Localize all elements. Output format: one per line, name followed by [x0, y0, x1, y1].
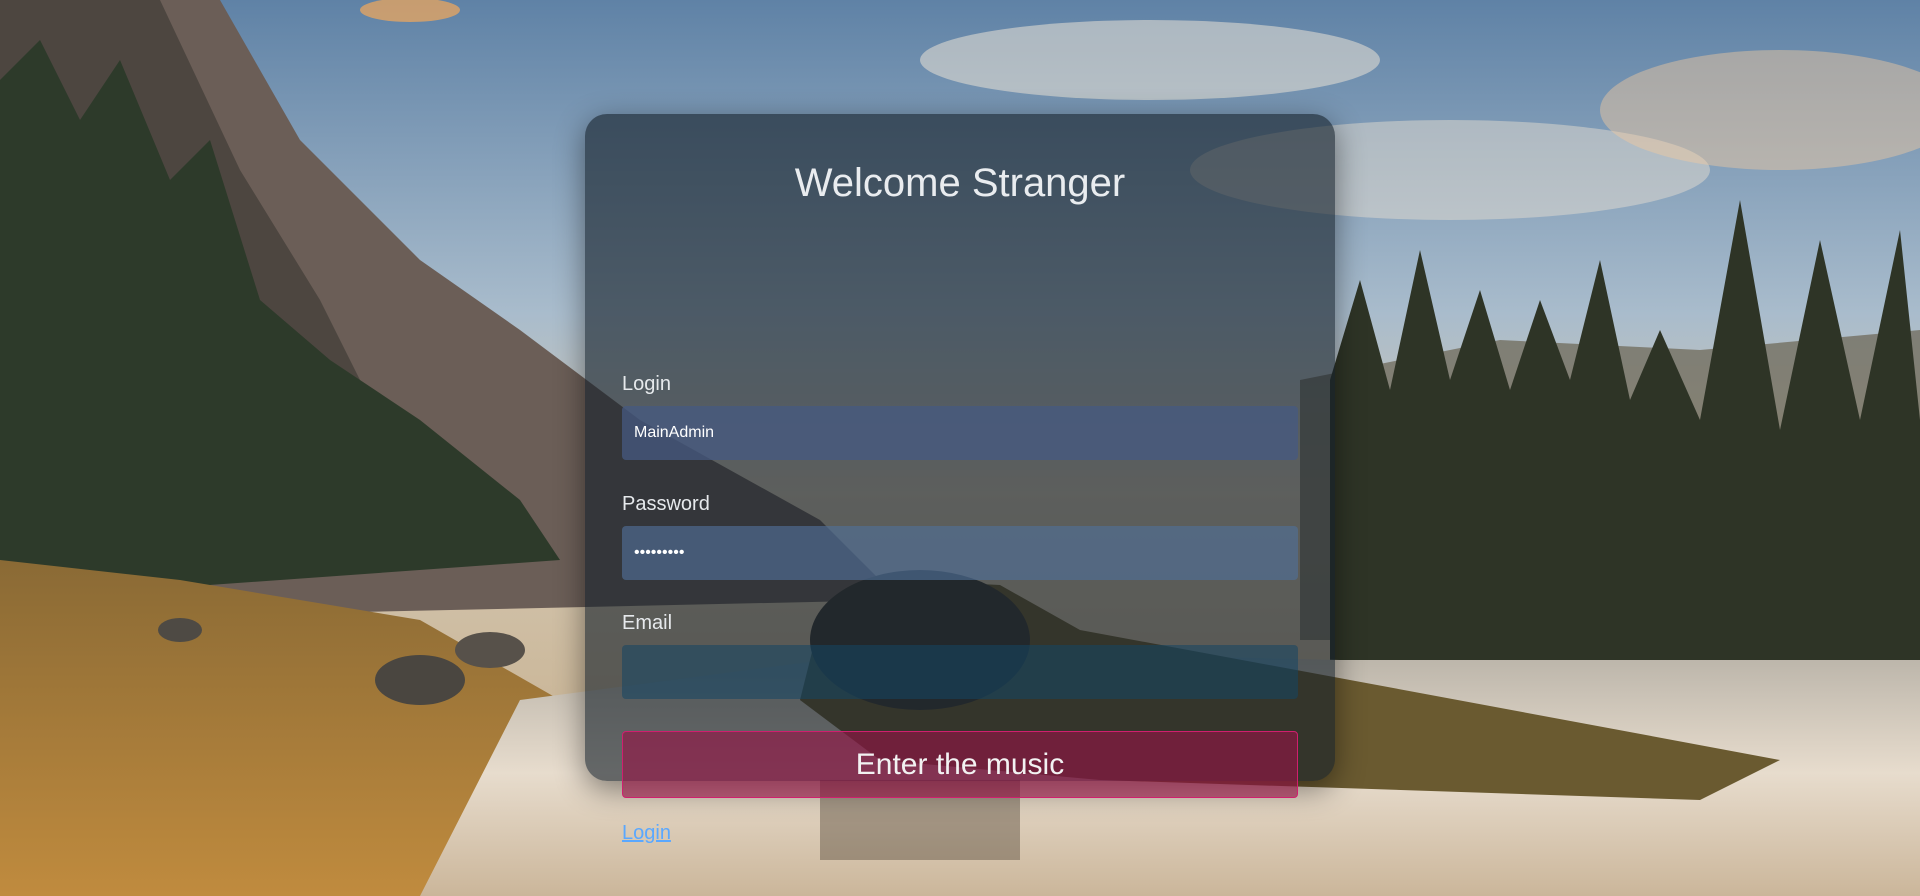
- page-title: Welcome Stranger: [794, 161, 1126, 205]
- login-input[interactable]: [622, 406, 1298, 460]
- login-label: Login: [622, 373, 671, 395]
- email-input[interactable]: [622, 645, 1298, 699]
- password-field-group: Password: [622, 492, 1298, 580]
- email-field-group: Email: [622, 611, 1298, 699]
- login-card: Welcome Stranger Login Password Email En…: [585, 114, 1335, 844]
- email-label: Email: [622, 612, 673, 634]
- login-field-group: Login: [622, 372, 1298, 460]
- password-input[interactable]: [622, 526, 1298, 580]
- enter-music-button[interactable]: Enter the music: [622, 731, 1298, 798]
- login-link[interactable]: Login: [622, 822, 671, 845]
- password-label: Password: [622, 493, 710, 515]
